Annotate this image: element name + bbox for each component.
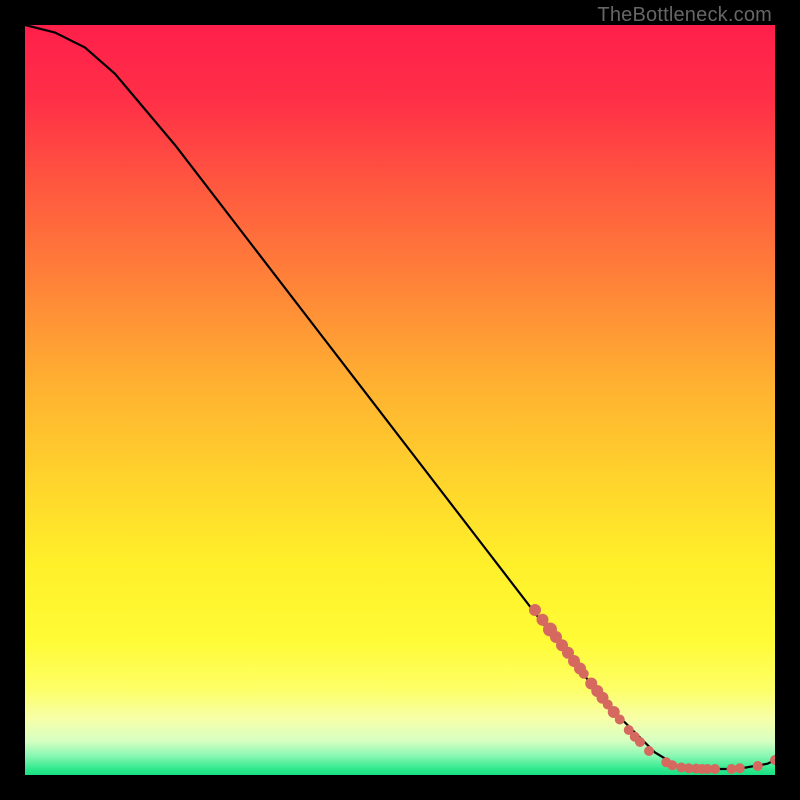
chart-frame: TheBottleneck.com [0, 0, 800, 800]
watermark-text: TheBottleneck.com [597, 4, 772, 27]
scatter-point [735, 763, 745, 773]
scatter-point [635, 737, 645, 747]
scatter-point [615, 715, 625, 725]
scatter-point [667, 760, 677, 770]
scatter-point [579, 669, 589, 679]
scatter-point [710, 764, 720, 774]
scatter-point [753, 761, 763, 771]
chart-svg [25, 25, 775, 775]
scatter-point [529, 604, 541, 616]
scatter-point [644, 746, 654, 756]
gradient-background [25, 25, 775, 775]
plot-area [25, 25, 775, 775]
